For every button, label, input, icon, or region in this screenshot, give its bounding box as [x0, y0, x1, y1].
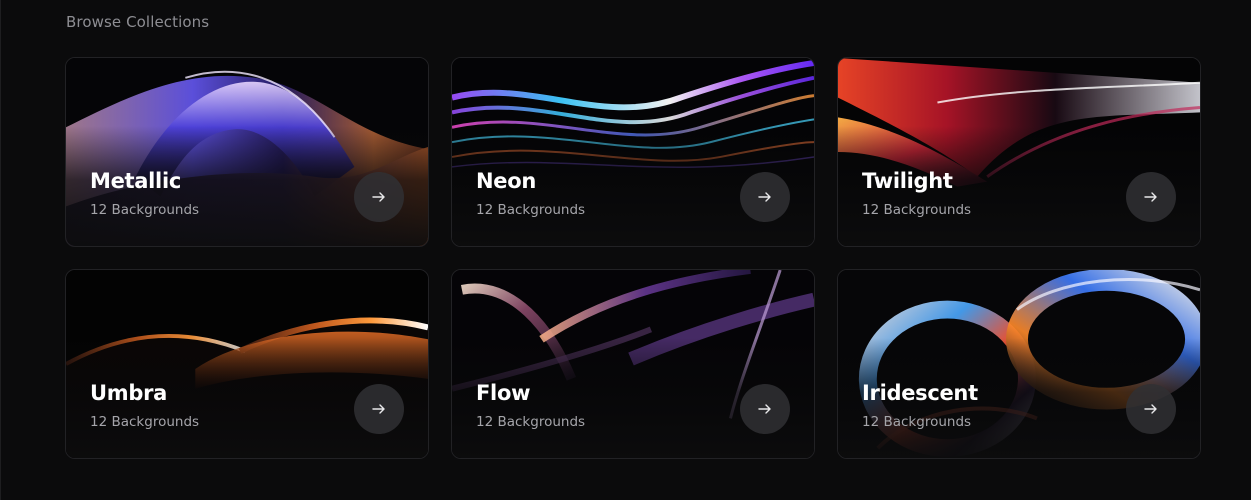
collection-title: Twilight: [862, 169, 953, 193]
collection-title: Neon: [476, 169, 536, 193]
open-collection-button[interactable]: [1126, 172, 1176, 222]
collection-card-iridescent[interactable]: Iridescent 12 Backgrounds: [837, 269, 1201, 459]
section-title: Browse Collections: [66, 13, 210, 31]
collection-count: 12 Backgrounds: [862, 414, 972, 430]
collection-count: 12 Backgrounds: [90, 414, 200, 430]
collection-card-neon[interactable]: Neon 12 Backgrounds: [451, 57, 815, 247]
collection-title: Iridescent: [862, 381, 978, 405]
collection-count: 12 Backgrounds: [476, 202, 586, 218]
collection-title: Metallic: [90, 169, 181, 193]
open-collection-button[interactable]: [354, 172, 404, 222]
open-collection-button[interactable]: [740, 172, 790, 222]
collection-title: Flow: [476, 381, 531, 405]
arrow-right-icon: [372, 192, 385, 202]
collection-count: 12 Backgrounds: [90, 202, 200, 218]
collection-card-metallic[interactable]: Metallic 12 Backgrounds: [65, 57, 429, 247]
collections-grid: Metallic 12 Backgrounds Neon 12 Backgrou…: [65, 57, 1201, 459]
collection-card-flow[interactable]: Flow 12 Backgrounds: [451, 269, 815, 459]
arrow-right-icon: [1144, 192, 1157, 202]
collection-title: Umbra: [90, 381, 167, 405]
open-collection-button[interactable]: [1126, 384, 1176, 434]
browse-collections-page: Browse Collections Metallic 12 Backgroun…: [0, 0, 1251, 500]
arrow-right-icon: [372, 404, 385, 414]
open-collection-button[interactable]: [740, 384, 790, 434]
arrow-right-icon: [1144, 404, 1157, 414]
collection-card-twilight[interactable]: Twilight 12 Backgrounds: [837, 57, 1201, 247]
open-collection-button[interactable]: [354, 384, 404, 434]
collection-count: 12 Backgrounds: [862, 202, 972, 218]
collection-card-umbra[interactable]: Umbra 12 Backgrounds: [65, 269, 429, 459]
collection-count: 12 Backgrounds: [476, 414, 586, 430]
arrow-right-icon: [758, 192, 771, 202]
arrow-right-icon: [758, 404, 771, 414]
